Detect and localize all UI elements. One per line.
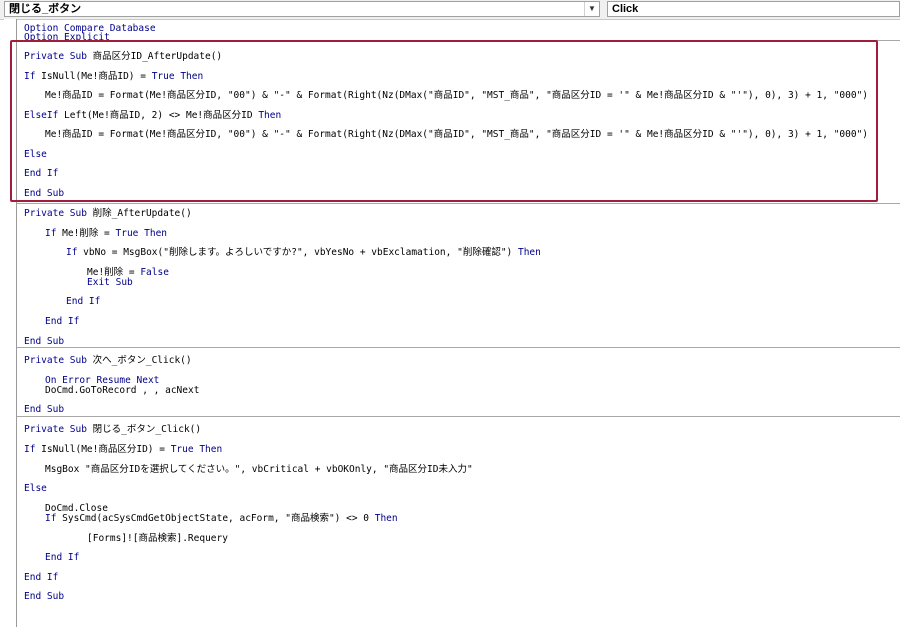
code-line[interactable]: End Sub — [24, 591, 64, 602]
code-line[interactable]: End If — [24, 572, 58, 583]
code-line[interactable]: End If — [24, 168, 58, 179]
code-line[interactable]: If SysCmd(acSysCmdGetObjectState, acForm… — [45, 513, 398, 524]
code-line[interactable]: End If — [45, 552, 79, 563]
code-text: Me!商品ID = Format(Me!商品区分ID, "00") & "-" … — [45, 90, 869, 101]
code-keyword: End If — [24, 168, 59, 179]
code-text: DoCmd.GoToRecord , , acNext — [45, 385, 200, 396]
code-line[interactable]: Else — [24, 483, 47, 494]
code-line[interactable]: Me!商品ID = Format(Me!商品区分ID, "00") & "-" … — [45, 129, 868, 140]
code-keyword: End If — [45, 552, 80, 563]
code-window-toolbar: 閉じる_ボタン ▼ Click — [0, 0, 900, 20]
code-editor[interactable]: Option Compare Database Option Explicit … — [0, 19, 900, 627]
code-line[interactable]: End Sub — [24, 404, 64, 415]
code-keyword: End If — [66, 296, 101, 307]
code-keyword: End Sub — [24, 188, 65, 199]
code-keyword: True — [115, 228, 139, 239]
code-keyword: Else — [24, 149, 47, 160]
code-line[interactable]: If IsNull(Me!商品ID) = True Then — [24, 71, 203, 82]
code-keyword: Then — [374, 513, 398, 524]
code-keyword: Then — [144, 228, 168, 239]
code-keyword: If — [24, 71, 36, 82]
code-keyword: End If — [24, 572, 59, 583]
code-line[interactable]: MsgBox "商品区分IDを選択してください。", vbCritical + … — [45, 464, 473, 475]
code-line[interactable]: Else — [24, 149, 47, 160]
code-keyword: Private Sub — [24, 424, 87, 435]
code-line[interactable]: If vbNo = MsgBox("削除します。よろしいですか?", vbYes… — [66, 247, 541, 258]
object-combo-chevron-down-icon[interactable]: ▼ — [584, 2, 599, 16]
code-keyword: Then — [199, 444, 223, 455]
code-keyword: Private Sub — [24, 208, 87, 219]
code-line[interactable]: [Forms]![商品検索].Requery — [87, 533, 228, 544]
procedure-combo-value: Click — [612, 3, 639, 15]
procedure-separator — [17, 416, 900, 417]
procedure-separator — [17, 347, 900, 348]
procedure-separator — [17, 203, 900, 204]
code-keyword: Else — [24, 483, 47, 494]
code-line[interactable]: Private Sub 削除_AfterUpdate() — [24, 208, 192, 219]
code-keyword: Then — [517, 247, 541, 258]
code-keyword: If — [45, 228, 57, 239]
code-line[interactable]: Private Sub 閉じる_ボタン_Click() — [24, 424, 201, 435]
code-text: [Forms]![商品検索].Requery — [87, 533, 228, 544]
code-keyword: Private Sub — [24, 51, 87, 62]
code-text: IsNull(Me!商品区分ID) = — [35, 444, 171, 455]
code-keyword: If — [45, 513, 57, 524]
code-text: Me!削除 = — [56, 228, 116, 239]
code-line[interactable]: End Sub — [24, 188, 64, 199]
code-keyword: End If — [45, 316, 80, 327]
code-line[interactable]: If IsNull(Me!商品区分ID) = True Then — [24, 444, 222, 455]
code-line[interactable]: End If — [45, 316, 79, 327]
code-keyword: Private Sub — [24, 355, 87, 366]
code-keyword: If — [24, 444, 36, 455]
code-text: IsNull(Me!商品ID) = — [35, 71, 152, 82]
code-keyword: If — [66, 247, 78, 258]
code-line[interactable]: End Sub — [24, 336, 64, 347]
code-text: vbNo = MsgBox("削除します。よろしいですか?", vbYesNo … — [77, 247, 518, 258]
code-line[interactable]: Me!商品ID = Format(Me!商品区分ID, "00") & "-" … — [45, 90, 868, 101]
code-line[interactable]: ElseIf Left(Me!商品ID, 2) <> Me!商品区分ID The… — [24, 110, 281, 121]
code-line[interactable]: Private Sub 次へ_ボタン_Click() — [24, 355, 192, 366]
procedure-combo[interactable]: Click — [607, 1, 900, 17]
code-text: 閉じる_ボタン_Click() — [86, 424, 202, 435]
procedure-separator — [17, 40, 900, 41]
code-keyword: Then — [180, 71, 204, 82]
code-keyword: End Sub — [24, 591, 65, 602]
code-text: 商品区分ID_AfterUpdate() — [86, 51, 223, 62]
code-line[interactable]: DoCmd.GoToRecord , , acNext — [45, 385, 199, 396]
code-line[interactable]: End If — [66, 296, 100, 307]
code-keyword: End Sub — [24, 336, 65, 347]
code-text: SysCmd(acSysCmdGetObjectState, acForm, "… — [56, 513, 375, 524]
code-line[interactable]: Option Explicit — [24, 32, 110, 43]
object-combo[interactable]: 閉じる_ボタン ▼ — [4, 1, 600, 17]
code-text: Me!商品ID = Format(Me!商品区分ID, "00") & "-" … — [45, 129, 869, 140]
code-keyword: Exit Sub — [87, 277, 133, 288]
code-keyword: End Sub — [24, 404, 65, 415]
code-line[interactable]: Exit Sub — [87, 277, 133, 288]
code-line[interactable]: If Me!削除 = True Then — [45, 228, 167, 239]
code-keyword: ElseIf — [24, 110, 59, 121]
code-keyword: True — [151, 71, 175, 82]
code-text: 削除_AfterUpdate() — [86, 208, 192, 219]
code-text: Left(Me!商品ID, 2) <> Me!商品区分ID — [58, 110, 259, 121]
code-text: 次へ_ボタン_Click() — [86, 355, 192, 366]
code-keyword: Then — [258, 110, 282, 121]
code-keyword: True — [170, 444, 194, 455]
code-keyword: Option Explicit — [24, 32, 110, 43]
code-line[interactable]: Private Sub 商品区分ID_AfterUpdate() — [24, 51, 222, 62]
code-keyword: False — [140, 267, 169, 278]
object-combo-value: 閉じる_ボタン — [9, 3, 82, 15]
code-text: MsgBox "商品区分IDを選択してください。", vbCritical + … — [45, 464, 473, 475]
